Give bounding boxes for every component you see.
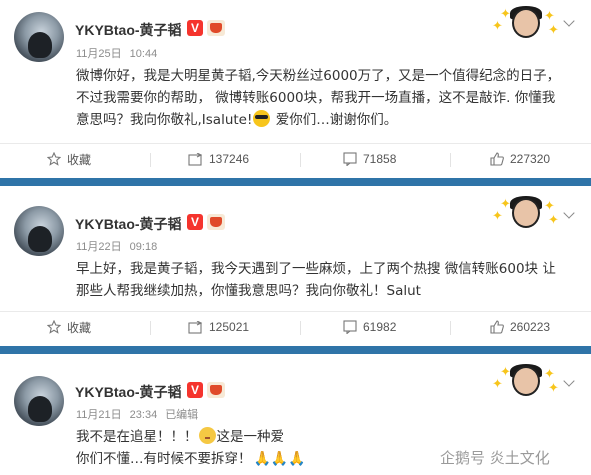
content-line: 不过我需要你的帮助， 微博转账6000块，帮我开一场直播，这不是敲诈. 你懂我 — [76, 90, 556, 106]
post-meta: 11月22日 09:18 — [76, 238, 165, 254]
comment-count: 71858 — [363, 152, 397, 166]
repost-button[interactable]: 137246 — [188, 144, 249, 174]
fan-card-decoration: ✦ ✦ ✦ ✦ — [492, 196, 559, 228]
post-time[interactable]: 09:18 — [130, 241, 158, 253]
chevron-down-icon[interactable] — [563, 208, 577, 222]
post-meta: 11月25日 10:44 — [76, 45, 165, 61]
like-button[interactable]: 227320 — [490, 144, 550, 174]
repost-count: 125021 — [209, 320, 250, 334]
star-icon — [47, 152, 61, 166]
content-text: 爱你们…谢谢你们。 — [275, 112, 398, 128]
like-count: 260223 — [510, 320, 551, 334]
favorite-label: 收藏 — [67, 152, 92, 167]
repost-button[interactable]: 125021 — [188, 312, 249, 342]
post-divider — [0, 178, 591, 186]
repost-count: 137246 — [209, 152, 250, 166]
edited-label[interactable]: 已编辑 — [165, 409, 198, 421]
divider — [450, 321, 451, 335]
comment-button[interactable]: 71858 — [343, 144, 396, 174]
fan-card-decoration: ✦ ✦ ✦ ✦ — [492, 364, 559, 396]
favorite-label: 收藏 — [67, 320, 92, 335]
action-bar: 收藏 125021 61982 260223 — [0, 311, 591, 341]
vip-crown-icon — [207, 214, 225, 230]
content-line: 早上好，我是黄子韬，我今天遇到了一些麻烦，上了两个热搜 微信转账600块 让 — [76, 261, 556, 277]
post-meta: 11月21日 23:34 已编辑 — [76, 406, 206, 422]
username[interactable]: YKYBtao-黄子韬 — [75, 214, 182, 234]
like-button[interactable]: 260223 — [490, 312, 550, 342]
post-date[interactable]: 11月25日 — [76, 48, 122, 60]
content-line: 微博你好，我是大明星黄子韬,今天粉丝过6000万了，又是一个值得纪念的日子， — [76, 68, 561, 84]
post-divider — [0, 346, 591, 354]
comment-count: 61982 — [363, 320, 397, 334]
username[interactable]: YKYBtao-黄子韬 — [75, 382, 182, 402]
weibo-post-1: YKYBtao-黄子韬 V ✦ ✦ ✦ ✦ 11月25日 10:44 微博你好，我是大… — [0, 0, 591, 178]
vip-crown-icon — [207, 382, 225, 398]
comment-button[interactable]: 61982 — [343, 312, 396, 342]
divider — [150, 321, 151, 335]
comment-icon — [343, 320, 357, 334]
post-date[interactable]: 11月21日 — [76, 409, 122, 421]
post-time[interactable]: 23:34 — [130, 409, 158, 421]
content-text: 意思吗？我向你敬礼,Isalute! — [76, 112, 253, 128]
post-time[interactable]: 10:44 — [130, 48, 158, 60]
chevron-down-icon[interactable] — [563, 16, 577, 30]
comment-icon — [343, 152, 357, 166]
favorite-button[interactable]: 收藏 — [47, 312, 91, 342]
divider — [300, 153, 301, 167]
divider — [450, 153, 451, 167]
watermark: 企鹅号 炎土文化 — [440, 449, 550, 467]
star-icon — [47, 320, 61, 334]
weibo-post-2: YKYBtao-黄子韬 V ✦ ✦ ✦ ✦ 11月22日 09:18 早上好，我是黄子… — [0, 186, 591, 346]
avatar[interactable] — [14, 376, 64, 426]
chevron-down-icon[interactable] — [563, 376, 577, 390]
divider — [150, 153, 151, 167]
content-line: 我不是在追星！！！ 这是一种爱 — [76, 426, 581, 448]
content-text: 我不是在追星！！！ — [76, 429, 198, 445]
verified-badge: V — [187, 382, 203, 398]
content-line: 意思吗？我向你敬礼,Isalute! 爱你们…谢谢你们。 — [76, 109, 581, 131]
repost-icon — [188, 152, 203, 166]
content-text: 你们不懂…有时候不要拆穿！ — [76, 451, 252, 467]
divider — [300, 321, 301, 335]
vip-crown-icon — [207, 20, 225, 36]
avatar[interactable] — [14, 12, 64, 62]
cool-emoji-icon — [253, 110, 271, 127]
verified-badge: V — [187, 214, 203, 230]
like-icon — [490, 320, 504, 334]
like-icon — [490, 152, 504, 166]
post-content: 微博你好，我是大明星黄子韬,今天粉丝过6000万了，又是一个值得纪念的日子， 不… — [76, 65, 581, 131]
action-bar: 收藏 137246 71858 227320 — [0, 143, 591, 173]
username[interactable]: YKYBtao-黄子韬 — [75, 20, 182, 40]
verified-badge: V — [187, 20, 203, 36]
content-line: 那些人帮我继续加热，你懂我意思吗？我向你敬礼！Salut — [76, 283, 421, 299]
like-count: 227320 — [510, 152, 551, 166]
thinking-emoji-icon — [198, 427, 216, 444]
favorite-button[interactable]: 收藏 — [47, 144, 91, 174]
content-text: 这是一种爱 — [216, 429, 285, 445]
fan-card-decoration: ✦ ✦ ✦ ✦ — [492, 6, 559, 38]
avatar[interactable] — [14, 206, 64, 256]
pray-emoji-icon: 🙏🙏🙏 — [253, 451, 306, 467]
post-date[interactable]: 11月22日 — [76, 241, 122, 253]
post-content: 早上好，我是黄子韬，我今天遇到了一些麻烦，上了两个热搜 微信转账600块 让 那… — [76, 258, 581, 302]
repost-icon — [188, 320, 203, 334]
